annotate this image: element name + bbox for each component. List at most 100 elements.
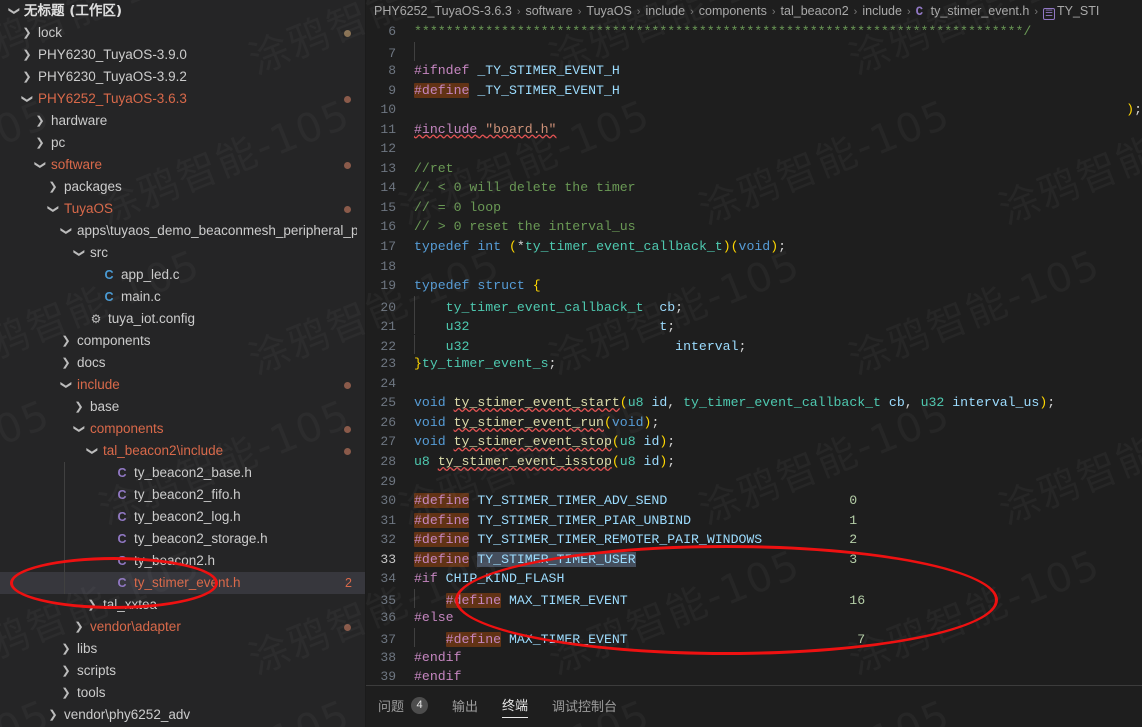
chevron-right-icon[interactable]: ❯ bbox=[32, 132, 48, 154]
code-line-36[interactable]: 36 #else bbox=[366, 608, 1142, 628]
chevron-down-icon[interactable]: ❯ bbox=[68, 421, 90, 437]
chevron-right-icon[interactable]: ❯ bbox=[58, 352, 74, 374]
tree-folder-base[interactable]: ❯ base bbox=[0, 396, 365, 418]
breadcrumb-item-8[interactable]: ☰ TY_STI bbox=[1043, 4, 1099, 20]
tree-file-ty_stimer_event-h[interactable]: ❯Cty_stimer_event.h2 bbox=[0, 572, 365, 594]
chevron-down-icon[interactable]: ❯ bbox=[68, 245, 90, 261]
code-line-34[interactable]: 34 #if CHIP_KIND_FLASH bbox=[366, 569, 1142, 589]
code-line-7[interactable]: 7 bbox=[366, 41, 1142, 62]
chevron-right-icon[interactable]: ❯ bbox=[19, 66, 35, 88]
code-line-12[interactable]: 12 bbox=[366, 139, 1142, 159]
code-line-15[interactable]: 15 // = 0 loop bbox=[366, 198, 1142, 218]
tree-folder-apps-tuyaos_demo_beaconmesh_peripheral_phy6252[interactable]: ❯ apps\tuyaos_demo_beaconmesh_peripheral_… bbox=[0, 220, 365, 242]
workspace-title-row[interactable]: ❯ 无标题 (工作区) bbox=[0, 0, 365, 22]
chevron-right-icon[interactable]: ❯ bbox=[19, 44, 35, 66]
tree-folder-phy6230_tuyaos-3-9-2[interactable]: ❯ PHY6230_TuyaOS-3.9.2 bbox=[0, 66, 365, 88]
code-line-21[interactable]: 21 u32 t; bbox=[366, 315, 1142, 335]
code-line-16[interactable]: 16 // > 0 reset the interval_us bbox=[366, 217, 1142, 237]
code-line-38[interactable]: 38 #endif bbox=[366, 648, 1142, 668]
code-line-30[interactable]: 30 #define TY_STIMER_TIMER_ADV_SEND 0 bbox=[366, 491, 1142, 511]
breadcrumb-item-0[interactable]: PHY6252_TuyaOS-3.6.3 bbox=[374, 4, 512, 18]
chevron-right-icon[interactable]: ❯ bbox=[58, 638, 74, 660]
tree-folder-vendor-adapter[interactable]: ❯ vendor\adapter bbox=[0, 616, 365, 638]
code-line-32[interactable]: 32 #define TY_STIMER_TIMER_REMOTER_PAIR_W… bbox=[366, 530, 1142, 550]
tree-folder-scripts[interactable]: ❯ scripts bbox=[0, 660, 365, 682]
chevron-down-icon[interactable]: ❯ bbox=[81, 443, 103, 459]
code-line-13[interactable]: 13 //ret bbox=[366, 159, 1142, 179]
code-line-19[interactable]: 19 typedef struct { bbox=[366, 276, 1142, 296]
tree-folder-include[interactable]: ❯ include bbox=[0, 374, 365, 396]
code-line-10[interactable]: 10 bbox=[366, 100, 1142, 120]
code-line-28[interactable]: 28 u8 ty_stimer_event_isstop(u8 id); bbox=[366, 452, 1142, 472]
code-line-26[interactable]: 26 void ty_stimer_event_run(void); bbox=[366, 413, 1142, 433]
chevron-right-icon[interactable]: ❯ bbox=[45, 176, 61, 198]
tree-file-ty_beacon2_storage-h[interactable]: ❯Cty_beacon2_storage.h bbox=[0, 528, 365, 550]
code-line-8[interactable]: 8 #ifndef _TY_STIMER_EVENT_H bbox=[366, 61, 1142, 81]
tree-folder-tal_beacon2-include[interactable]: ❯ tal_beacon2\include bbox=[0, 440, 365, 462]
breadcrumb-item-7[interactable]: C ty_stimer_event.h bbox=[916, 4, 1030, 19]
code-content[interactable]: 6 ***************************************… bbox=[366, 22, 1142, 685]
breadcrumb[interactable]: PHY6252_TuyaOS-3.6.3 › software › TuyaOS › inc… bbox=[366, 0, 1142, 22]
chevron-down-icon[interactable]: ❯ bbox=[16, 91, 38, 107]
bottom-panel-tabbar[interactable]: 问题 4 输出 终端 调试控制台 bbox=[366, 685, 1142, 727]
panel-tab-2[interactable]: 终端 bbox=[502, 695, 529, 718]
code-line-6[interactable]: 6 ***************************************… bbox=[366, 22, 1142, 42]
tree-folder-lock[interactable]: ❯ lock bbox=[0, 22, 365, 44]
code-line-18[interactable]: 18 bbox=[366, 257, 1142, 277]
chevron-right-icon[interactable]: ❯ bbox=[58, 660, 74, 682]
tree-folder-phy6252_tuyaos-3-6-3[interactable]: ❯ PHY6252_TuyaOS-3.6.3 bbox=[0, 88, 365, 110]
tree-folder-tools[interactable]: ❯ tools bbox=[0, 682, 365, 704]
breadcrumb-item-3[interactable]: include bbox=[645, 4, 685, 18]
tree-file-ty_beacon2_base-h[interactable]: ❯Cty_beacon2_base.h bbox=[0, 462, 365, 484]
code-viewport[interactable]: 6 ***************************************… bbox=[366, 22, 1142, 685]
code-line-31[interactable]: 31 #define TY_STIMER_TIMER_PIAR_UNBIND 1 bbox=[366, 511, 1142, 531]
code-line-29[interactable]: 29 bbox=[366, 472, 1142, 492]
tree-folder-vendor-phy6252_adv[interactable]: ❯ vendor\phy6252_adv bbox=[0, 704, 365, 726]
tree-file-app_led-c[interactable]: ❯Capp_led.c bbox=[0, 264, 365, 286]
explorer-sidebar[interactable]: ❯ 无标题 (工作区) ❯ lock ❯ PHY6230_TuyaOS-3.9.0 ❯ PHY… bbox=[0, 0, 366, 727]
breadcrumb-item-5[interactable]: tal_beacon2 bbox=[781, 4, 849, 18]
chevron-right-icon[interactable]: ❯ bbox=[58, 330, 74, 352]
panel-tab-1[interactable]: 输出 bbox=[452, 696, 478, 718]
code-line-23[interactable]: 23}ty_timer_event_s; bbox=[366, 354, 1142, 374]
tree-folder-tal_xxtea[interactable]: ❯ tal_xxtea bbox=[0, 594, 365, 616]
code-line-35[interactable]: 35 #define MAX_TIMER_EVENT 16 bbox=[366, 588, 1142, 609]
tree-folder-software[interactable]: ❯ software bbox=[0, 154, 365, 176]
tree-folder-components[interactable]: ❯ components bbox=[0, 330, 365, 352]
file-tree[interactable]: ❯ 无标题 (工作区) ❯ lock ❯ PHY6230_TuyaOS-3.9.0 ❯ PHY… bbox=[0, 0, 365, 726]
chevron-right-icon[interactable]: ❯ bbox=[19, 22, 35, 44]
breadcrumb-item-4[interactable]: components bbox=[699, 4, 767, 18]
tree-file-ty_beacon2_fifo-h[interactable]: ❯Cty_beacon2_fifo.h bbox=[0, 484, 365, 506]
tree-folder-docs[interactable]: ❯ docs bbox=[0, 352, 365, 374]
tree-folder-phy6230_tuyaos-3-9-0[interactable]: ❯ PHY6230_TuyaOS-3.9.0 bbox=[0, 44, 365, 66]
tree-folder-components[interactable]: ❯ components bbox=[0, 418, 365, 440]
tree-folder-tuyaos[interactable]: ❯ TuyaOS bbox=[0, 198, 365, 220]
tree-folder-src[interactable]: ❯ src bbox=[0, 242, 365, 264]
code-line-9[interactable]: 9 #define _TY_STIMER_EVENT_H bbox=[366, 81, 1142, 101]
code-line-14[interactable]: 14 // < 0 will delete the timer bbox=[366, 178, 1142, 198]
tree-file-ty_beacon2-h[interactable]: ❯Cty_beacon2.h bbox=[0, 550, 365, 572]
code-line-22[interactable]: 22 u32 interval; bbox=[366, 334, 1142, 355]
code-line-11[interactable]: 11 #include "board.h" bbox=[366, 120, 1142, 140]
breadcrumb-item-1[interactable]: software bbox=[525, 4, 572, 18]
code-line-24[interactable]: 24 bbox=[366, 374, 1142, 394]
chevron-down-icon[interactable]: ❯ bbox=[42, 201, 64, 217]
chevron-down-icon[interactable]: ❯ bbox=[55, 223, 77, 239]
tree-file-ty_beacon2_log-h[interactable]: ❯Cty_beacon2_log.h bbox=[0, 506, 365, 528]
chevron-down-icon[interactable]: ❯ bbox=[55, 377, 77, 393]
chevron-right-icon[interactable]: ❯ bbox=[71, 396, 87, 418]
code-line-37[interactable]: 37 #define MAX_TIMER_EVENT 7 bbox=[366, 627, 1142, 648]
tree-file-main-c[interactable]: ❯Cmain.c bbox=[0, 286, 365, 308]
breadcrumb-item-2[interactable]: TuyaOS bbox=[586, 4, 631, 18]
code-line-27[interactable]: 27 void ty_stimer_event_stop(u8 id); bbox=[366, 432, 1142, 452]
code-line-33[interactable]: 33 #define TY_STIMER_TIMER_USER 3 bbox=[366, 550, 1142, 570]
panel-tab-0[interactable]: 问题 4 bbox=[378, 696, 429, 718]
tree-folder-libs[interactable]: ❯ libs bbox=[0, 638, 365, 660]
chevron-down-icon[interactable]: ❯ bbox=[29, 157, 51, 173]
code-line-39[interactable]: 39 #endif bbox=[366, 667, 1142, 685]
chevron-right-icon[interactable]: ❯ bbox=[45, 704, 61, 726]
tree-folder-hardware[interactable]: ❯ hardware bbox=[0, 110, 365, 132]
tree-file-tuya_iot-config[interactable]: ❯⚙tuya_iot.config bbox=[0, 308, 365, 330]
chevron-right-icon[interactable]: ❯ bbox=[71, 616, 87, 638]
code-line-20[interactable]: 20 ty_timer_event_callback_t cb; bbox=[366, 295, 1142, 316]
